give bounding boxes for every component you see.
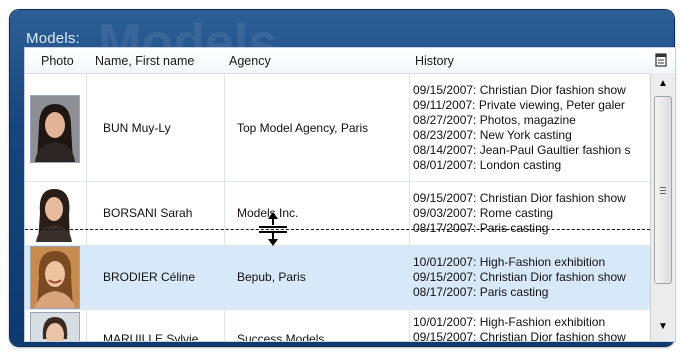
header-history[interactable]: History <box>415 54 454 68</box>
row-resize-guide <box>25 229 650 230</box>
history-entry: 09/15/2007: Christian Dior fashion show <box>413 330 626 342</box>
history-entry: 09/15/2007: Christian Dior fashion show <box>413 83 626 97</box>
vertical-scrollbar[interactable]: ▲ ▼ <box>650 73 675 341</box>
history-entry: 08/27/2007: Photos, magazine <box>413 113 576 127</box>
history-entry: 09/11/2007: Private viewing, Peter galer <box>413 98 625 112</box>
model-photo <box>30 312 80 341</box>
triangle-up-icon[interactable]: ▲ <box>658 78 668 89</box>
model-history: 10/01/2007: High-Fashion exhibition 09/1… <box>413 315 651 342</box>
table-row[interactable]: MARUILLE Sylvie Success Models 10/01/200… <box>25 310 651 342</box>
table-menu-icon[interactable] <box>655 53 667 70</box>
model-photo <box>30 185 78 242</box>
history-entry: 08/17/2007: Paris casting <box>413 285 549 299</box>
triangle-down-icon[interactable]: ▼ <box>658 321 668 332</box>
model-agency: Top Model Agency, Paris <box>237 121 369 135</box>
models-table: Photo Name, First name Agency History BU… <box>24 47 676 342</box>
history-entry: 08/14/2007: Jean-Paul Gaultier fashion s <box>413 143 631 157</box>
history-entry: 09/15/2007: Christian Dior fashion show <box>413 270 626 284</box>
history-entry: 09/15/2007: Christian Dior fashion show <box>413 191 626 205</box>
model-agency: Bepub, Paris <box>237 270 306 284</box>
model-name: BORSANI Sarah <box>103 206 193 220</box>
model-name: BUN Muy-Ly <box>103 121 171 135</box>
history-entry: 09/03/2007: Rome casting <box>413 206 554 220</box>
model-name: BRODIER Céline <box>103 270 196 284</box>
header-agency[interactable]: Agency <box>229 54 271 68</box>
history-entry: 10/01/2007: High-Fashion exhibition <box>413 315 606 329</box>
table-row[interactable]: BRODIER Céline Bepub, Paris 10/01/2007: … <box>25 246 650 310</box>
model-history: 10/01/2007: High-Fashion exhibition 09/1… <box>413 255 651 300</box>
table-row[interactable]: BORSANI Sarah Models Inc. 09/15/2007: Ch… <box>25 182 650 246</box>
model-name: MARUILLE Sylvie <box>103 332 199 342</box>
model-history: 09/15/2007: Christian Dior fashion show … <box>413 83 651 173</box>
table-header: Photo Name, First name Agency History <box>25 48 675 74</box>
model-photo <box>30 95 80 163</box>
panel-title: Models: <box>26 30 80 47</box>
grip-icon <box>660 185 666 196</box>
scrollbar-thumb[interactable] <box>654 96 672 284</box>
model-photo <box>30 246 80 309</box>
row-resize-cursor-icon[interactable] <box>258 211 288 252</box>
table-row[interactable]: BUN Muy-Ly Top Model Agency, Paris 09/15… <box>25 74 650 182</box>
history-entry: 08/01/2007: London casting <box>413 158 562 172</box>
history-entry: 10/01/2007: High-Fashion exhibition <box>413 255 606 269</box>
header-photo[interactable]: Photo <box>41 54 74 68</box>
header-name[interactable]: Name, First name <box>95 54 194 68</box>
model-agency: Success Models <box>237 332 325 342</box>
history-entry: 08/23/2007: New York casting <box>413 128 572 142</box>
